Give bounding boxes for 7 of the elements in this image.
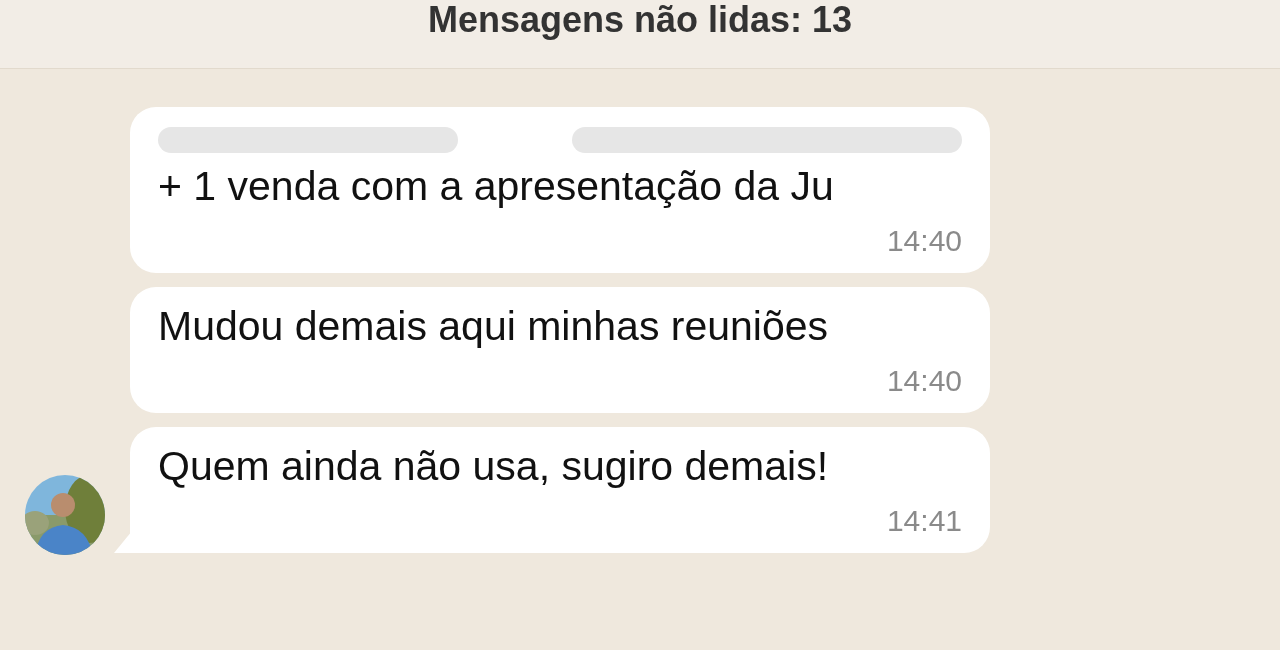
message-time: 14:40	[885, 363, 962, 399]
message-text: Quem ainda não usa, sugiro demais!	[158, 442, 830, 491]
message-text: Mudou demais aqui minhas reuniões	[158, 302, 830, 351]
message-time: 14:41	[885, 503, 962, 539]
message-time: 14:40	[885, 223, 962, 259]
message-text: + 1 venda com a apresentação da Ju	[158, 162, 835, 211]
unread-count-label: Mensagens não lidas: 13	[427, 0, 853, 42]
